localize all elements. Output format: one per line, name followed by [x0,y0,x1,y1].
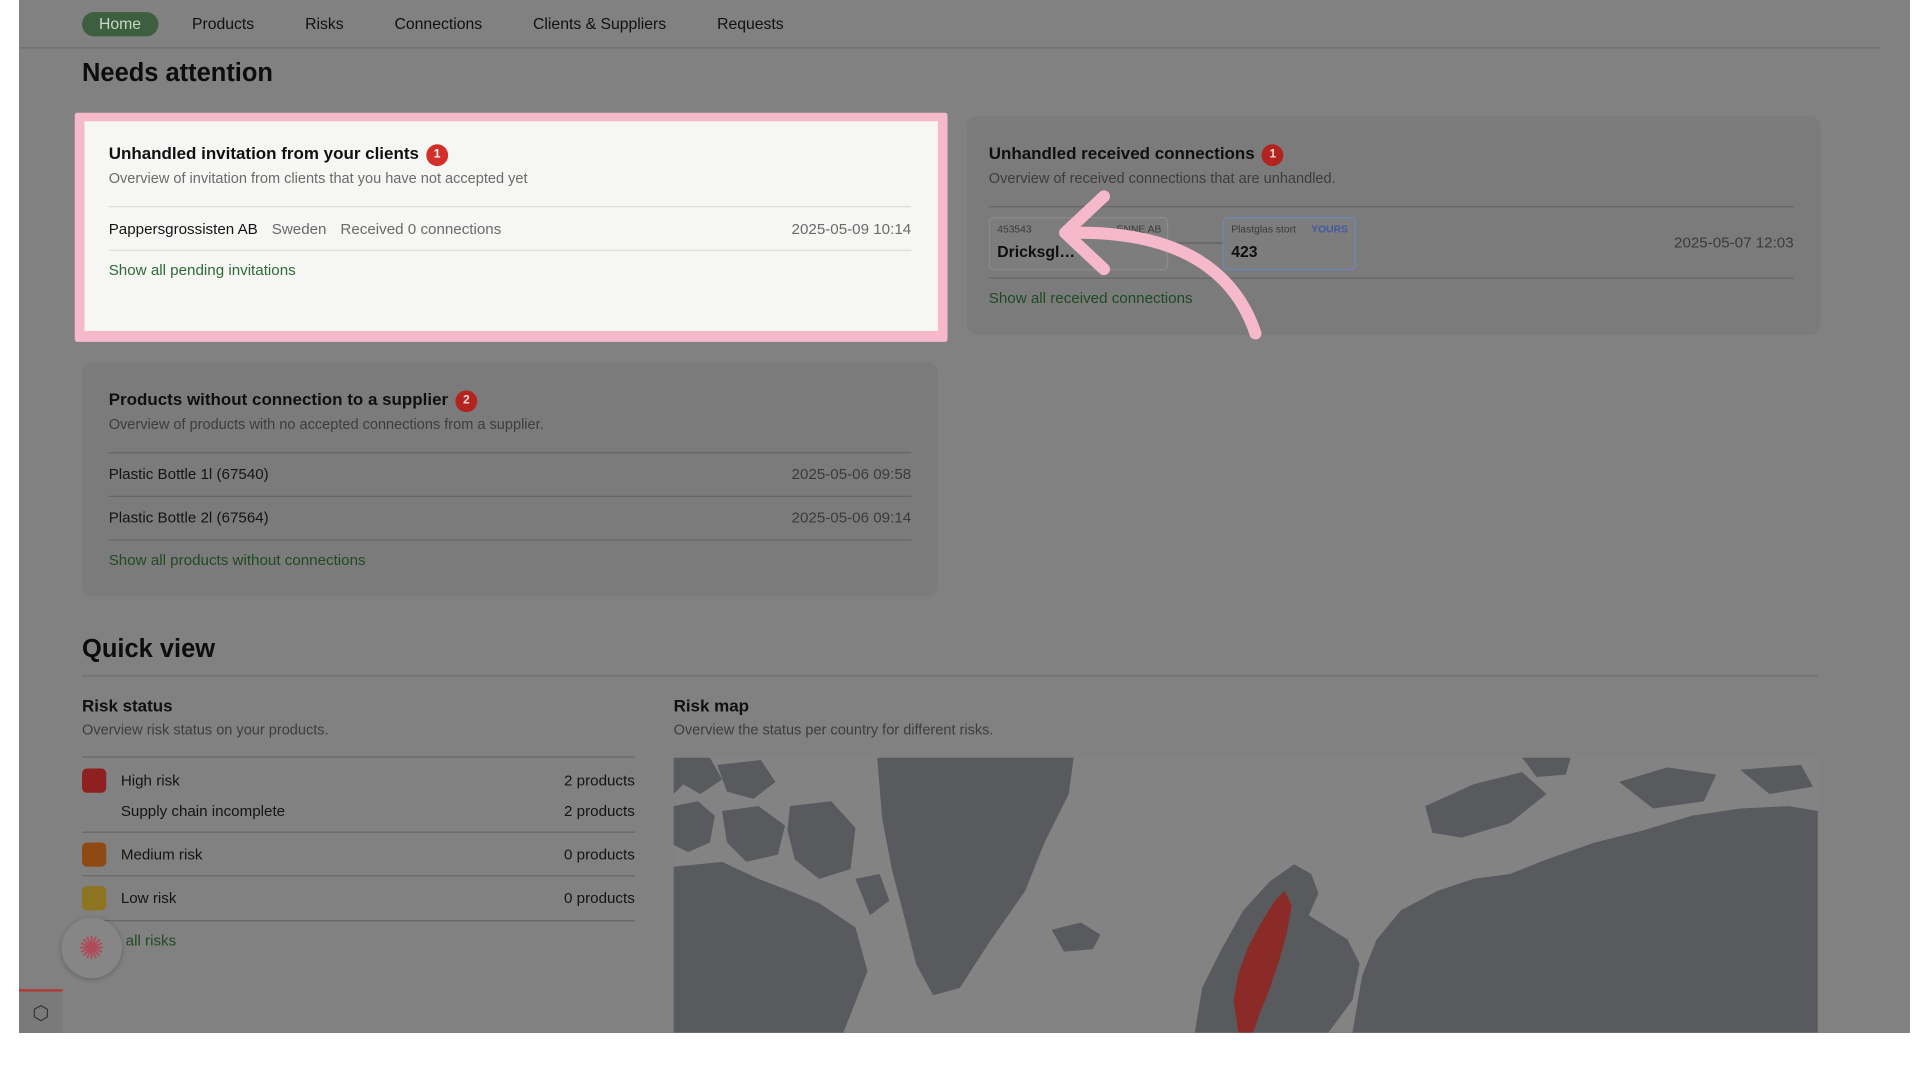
invitations-badge: 1 [426,144,449,167]
products-card-title: Products without connection to a supplie… [108,389,478,413]
received-title-text: Unhandled received connections [988,143,1255,163]
product-row-name[interactable]: Plastic Bottle 2l (67564) [109,509,269,526]
invitations-title-text: Unhandled invitation from your clients [108,143,419,163]
invitation-company: Pappersgrossisten AB [108,220,258,238]
supply-chain-incomplete-count: 2 products [564,802,635,820]
divider [82,875,635,877]
nav-risks[interactable]: Risks [288,12,360,36]
high-risk-count: 2 products [564,772,635,790]
divider [82,831,635,833]
low-risk-count: 0 products [564,889,635,907]
medium-risk-count: 0 products [564,846,635,864]
top-nav: Home Products Risks Connections Clients … [19,0,1881,49]
nav-clients-suppliers[interactable]: Clients & Suppliers [516,12,683,36]
invitation-row[interactable]: Pappersgrossisten AB Sweden Received 0 c… [109,221,502,238]
divider [82,675,1818,677]
divider [108,495,912,498]
invitations-card: Unhandled invitation from your clients 1 … [84,121,938,331]
risk-map-title: Risk map [673,695,750,716]
divider [82,756,635,758]
products-title-text: Products without connection to a supplie… [108,389,449,409]
invitations-subtitle: Overview of invitation from clients that… [108,169,528,187]
risk-status-subtitle: Overview risk status on your products. [82,721,329,739]
products-without-connection-card: Products without connection to a supplie… [82,362,938,597]
invitation-country: Sweden [271,220,327,238]
quick-view-title: Quick view [82,635,216,664]
divider [108,452,912,454]
needs-attention-title: Needs attention [82,59,273,88]
risk-map-subtitle: Overview the status per country for diff… [673,721,994,739]
supply-chain-incomplete-label[interactable]: Supply chain incomplete [121,802,285,819]
nav-home[interactable]: Home [82,11,159,36]
risk-map[interactable] [673,757,1818,1033]
medium-risk-indicator [82,842,107,867]
medium-risk-label[interactable]: Medium risk [121,846,203,863]
laravel-icon: ⬡ [32,1003,50,1025]
products-subtitle: Overview of products with no accepted co… [108,415,544,433]
high-risk-indicator [82,768,107,793]
divider [108,539,912,541]
nav-products[interactable]: Products [175,12,271,36]
product-row-date: 2025-05-06 09:14 [791,509,912,527]
product-row-name[interactable]: Plastic Bottle 1l (67540) [109,465,269,482]
assistant-button[interactable]: ✺ [61,917,123,979]
app-window: Home Products Risks Connections Clients … [19,0,1910,1033]
high-risk-label[interactable]: High risk [121,772,180,789]
divider [82,920,635,922]
nav-connections[interactable]: Connections [378,12,500,36]
debug-bar-toggle[interactable]: ⬡ [19,989,63,1033]
received-date: 2025-05-07 12:03 [1674,233,1794,251]
product-row-date: 2025-05-06 09:58 [791,465,912,483]
invitations-card-title: Unhandled invitation from your clients 1 [108,143,449,167]
low-risk-label[interactable]: Low risk [121,890,177,907]
invitation-status: Received 0 connections [340,220,502,238]
received-badge: 1 [1261,144,1284,167]
invitation-date: 2025-05-09 10:14 [791,220,912,238]
app-content: Home Products Risks Connections Clients … [19,0,1910,1033]
world-map-svg [673,757,1818,1033]
received-card-title: Unhandled received connections 1 [988,143,1284,167]
show-products-without-connections-link[interactable]: Show all products without connections [109,552,366,569]
sparkle-icon: ✺ [78,929,105,967]
products-badge: 2 [455,390,478,413]
divider [108,249,912,251]
divider [108,206,912,208]
show-all-risks-link[interactable]: all risks [126,932,177,949]
source-product-id: 453543 [997,223,1032,236]
yours-tag: YOURS [1311,223,1348,236]
risk-status-title: Risk status [82,695,173,716]
annotation-arrow [1059,190,1262,340]
show-pending-invitations-link[interactable]: Show all pending invitations [109,262,296,279]
low-risk-indicator [82,886,107,911]
nav-requests[interactable]: Requests [700,12,801,36]
